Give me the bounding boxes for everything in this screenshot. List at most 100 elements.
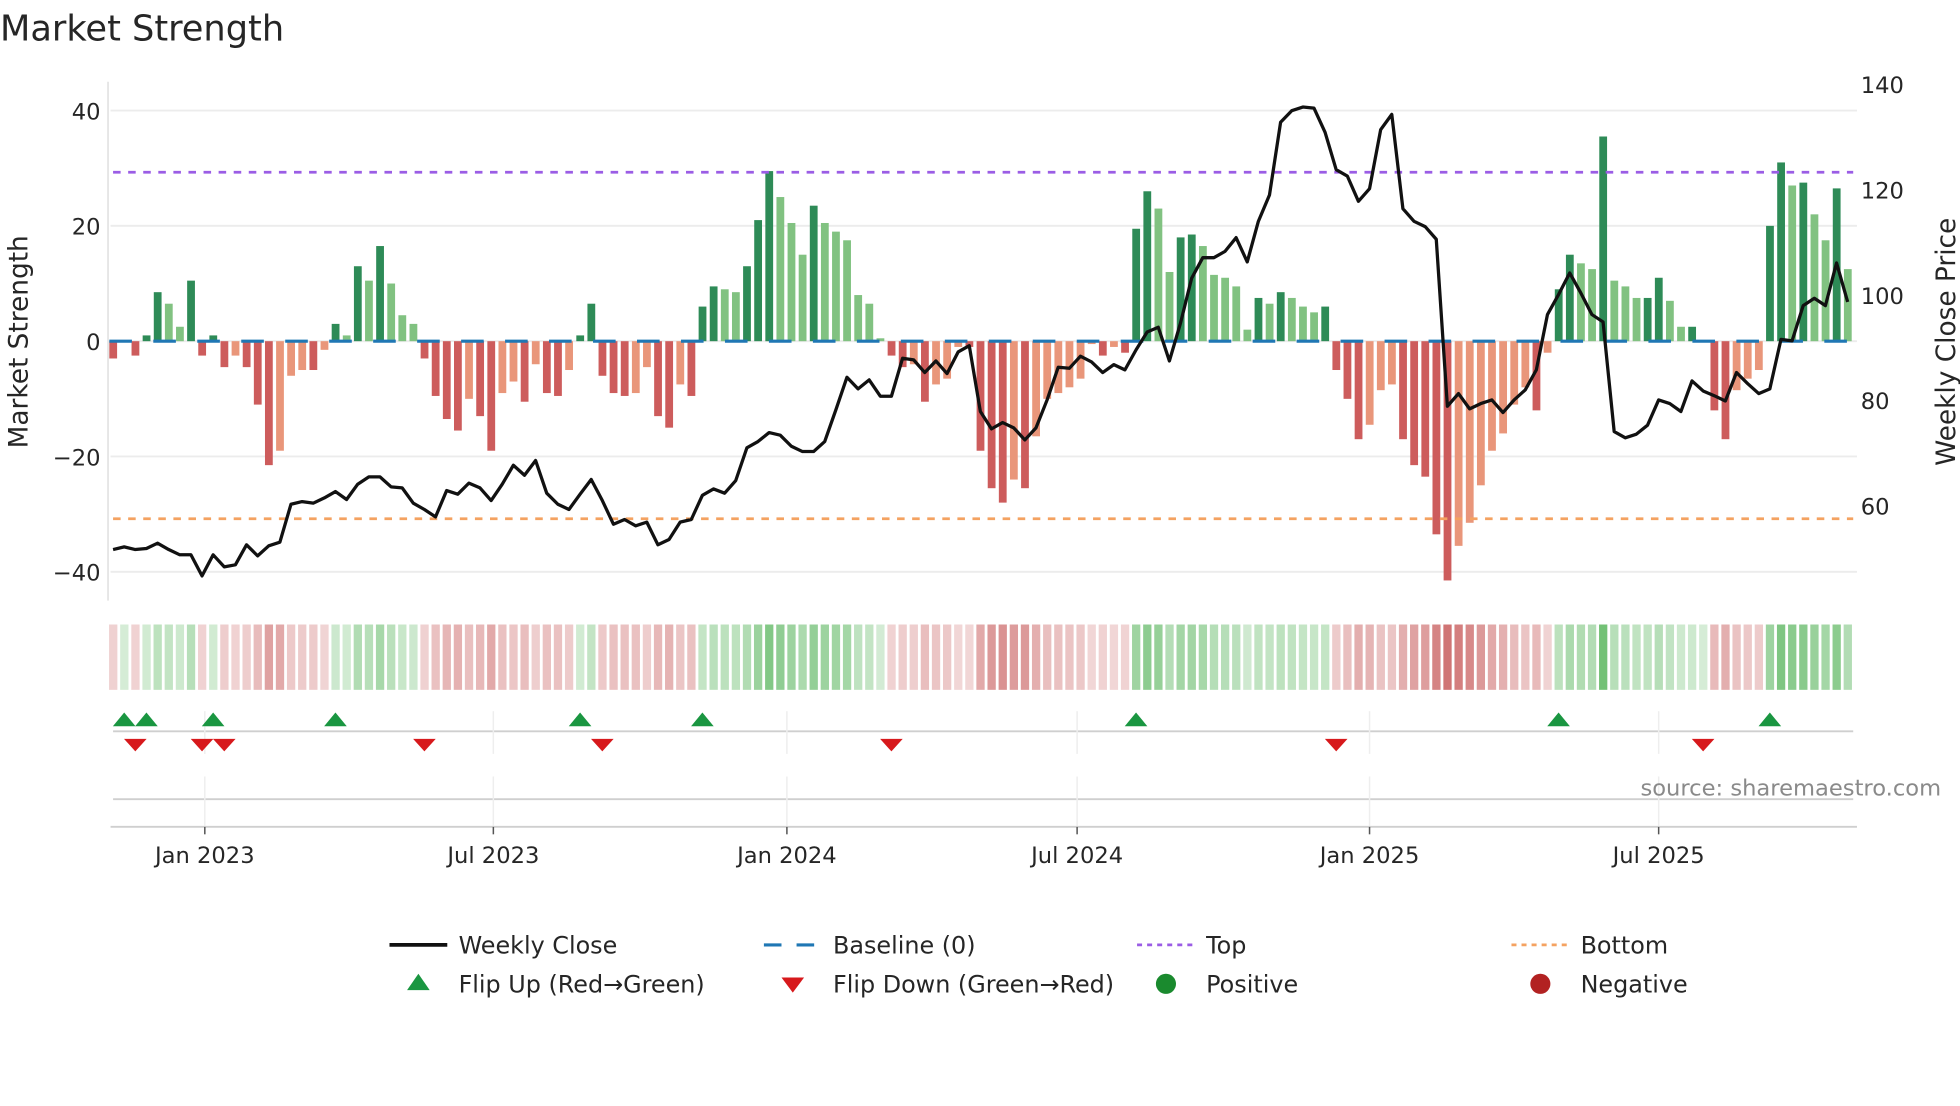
strip-cell [264, 624, 274, 690]
strip-cell [1699, 624, 1708, 690]
strength-bar [1276, 292, 1285, 342]
strength-bar [1688, 326, 1697, 342]
strength-bar [554, 341, 562, 396]
strength-bar [142, 335, 151, 342]
strip-cell [198, 624, 207, 690]
strength-bar [987, 341, 996, 489]
strip-cell [409, 624, 418, 690]
strip-cell [420, 624, 429, 690]
legend-item-positive: Positive [1155, 971, 1298, 999]
flip-up-marker [1547, 712, 1570, 727]
strip-cell [1176, 624, 1185, 690]
strength-bar [1843, 269, 1852, 342]
strength-bar [1766, 225, 1774, 342]
strength-bar [1110, 341, 1118, 347]
strip-cell [542, 624, 551, 690]
strength-bar [1488, 341, 1496, 451]
strength-bar [1632, 297, 1641, 342]
strip-cell [720, 624, 729, 690]
strip-cell [353, 624, 362, 690]
strip-cell [787, 624, 796, 690]
legend-label: Top [1205, 932, 1246, 960]
strip-cell [1721, 624, 1730, 690]
strip-cell [209, 624, 218, 690]
strength-bar [1599, 136, 1608, 342]
strip-cell [1554, 624, 1563, 690]
strip-cell [965, 624, 974, 690]
strength-bar [476, 341, 485, 417]
flip-down-marker [1324, 738, 1348, 752]
strip-cell [220, 624, 229, 690]
strip-cell [1576, 624, 1586, 690]
strip-cell [509, 624, 518, 690]
strip-cell [731, 624, 741, 690]
strip-cell [1343, 624, 1352, 690]
strength-bar [887, 341, 896, 356]
strength-bar [687, 341, 696, 396]
strength-bar [1510, 341, 1519, 405]
strip-cell [175, 624, 185, 690]
strip-cell [687, 624, 696, 690]
strength-bar [509, 341, 518, 382]
strip-cell [1654, 624, 1663, 690]
strip-cell [1587, 624, 1597, 690]
market-strength-chart: Market Strength Market Strength Weekly C… [0, 8, 1960, 999]
strip-cell [898, 624, 907, 690]
strip-cell [1265, 624, 1274, 690]
strip-cell [1321, 624, 1330, 690]
strip-cell [531, 624, 540, 690]
strip-cell [120, 624, 129, 690]
strength-bar [587, 303, 596, 342]
strength-bar [1221, 277, 1230, 342]
strength-bar [1254, 297, 1263, 342]
legend-label: Weekly Close [459, 932, 618, 960]
strength-bar [264, 341, 273, 466]
strength-bar [609, 341, 618, 394]
chart-title: Market Strength [0, 8, 284, 49]
strength-bar [1132, 228, 1141, 342]
strength-bar [643, 341, 651, 368]
strip-cell [464, 624, 474, 690]
strength-bar [1354, 341, 1363, 440]
strength-bar [1810, 214, 1819, 342]
strength-bar [1454, 341, 1463, 546]
strength-bar [1121, 341, 1129, 353]
strip-cell [1810, 624, 1819, 690]
strip-cell [765, 624, 774, 690]
strip-cell [620, 624, 629, 690]
x-tick-label: Jul 2024 [1029, 843, 1123, 869]
strip-cell [1510, 624, 1519, 690]
strip-cell [665, 624, 674, 690]
y2-tick-label: 80 [1861, 389, 1890, 415]
strip-cell [709, 624, 718, 690]
x-tick-label: Jan 2024 [735, 843, 837, 869]
strip-cell [253, 624, 262, 690]
strength-bar [220, 341, 229, 368]
flip-up-marker [1758, 712, 1782, 727]
strength-bar [520, 341, 529, 402]
y-tick-label: −20 [53, 445, 101, 471]
strip-cell [1209, 624, 1219, 690]
x-tick-label: Jul 2025 [1611, 843, 1705, 869]
strip-cell [1054, 624, 1063, 690]
legend-flip-up-icon [407, 973, 430, 991]
strip-cell [776, 624, 785, 690]
strength-bar [287, 341, 296, 376]
y-axis-label: Market Strength [5, 235, 35, 448]
strip-cell [475, 624, 485, 690]
strip-cell [698, 624, 707, 690]
strip-cell [520, 624, 529, 690]
legend-negative-icon [1530, 973, 1551, 994]
strip-cell [375, 624, 385, 690]
legend-item-baseline: Baseline (0) [763, 932, 976, 960]
strip-cell [1687, 624, 1697, 690]
y-tick-label: −40 [53, 561, 101, 587]
strip-cell [1443, 624, 1452, 690]
strip-cell [1543, 624, 1552, 690]
strip-cell [831, 624, 841, 690]
strength-bar [1098, 341, 1107, 356]
legend: Weekly Close Baseline (0) Top Bottom Flip Up… [389, 932, 1688, 999]
strip-cell [854, 624, 863, 690]
strip-cell [431, 624, 440, 690]
strength-bar [1421, 341, 1430, 477]
